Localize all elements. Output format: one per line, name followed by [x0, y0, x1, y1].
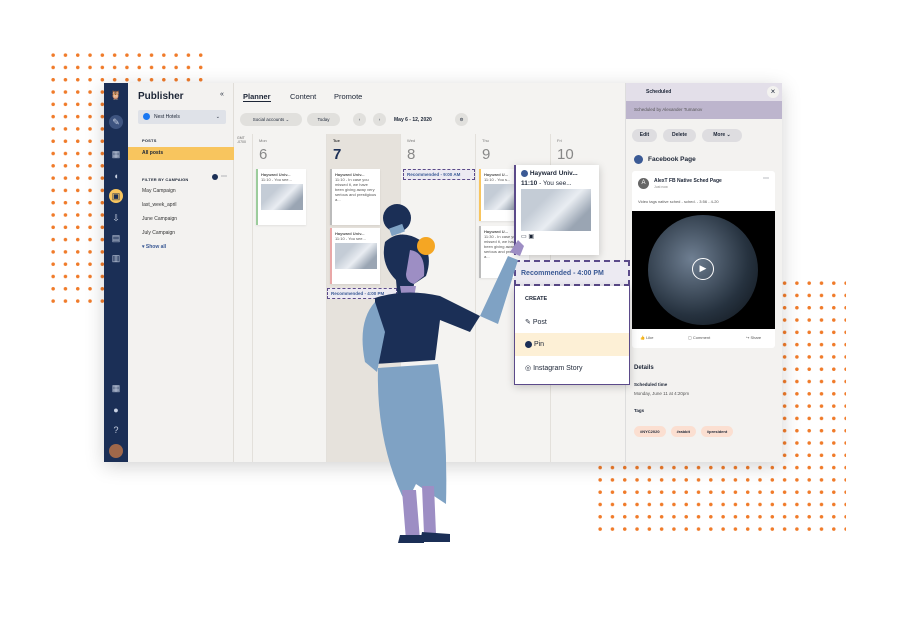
details-heading: Details [634, 365, 654, 371]
avatar: A [638, 178, 649, 189]
scheduled-time-label: Scheduled time [634, 382, 668, 387]
more-icon[interactable]: ⋯ [221, 173, 227, 180]
prev-button[interactable]: ‹ [353, 113, 366, 126]
facebook-page-icon [634, 155, 643, 164]
tag[interactable]: #president [700, 426, 734, 437]
tag[interactable]: #rabbit [670, 426, 696, 437]
post-caption: Video tags native sched - sched. - 3:56 … [638, 199, 719, 204]
help-icon[interactable]: ? [109, 423, 123, 437]
woman-illustration [362, 204, 524, 543]
edit-button[interactable]: Edit [632, 129, 657, 142]
calendar-icon[interactable]: ▣ [109, 189, 123, 203]
tab-content[interactable]: Content [290, 92, 316, 101]
day-number: 8 [407, 146, 416, 163]
facebook-icon [521, 170, 528, 177]
avatar[interactable] [109, 444, 123, 458]
campaign-item[interactable]: last_week_april [142, 202, 176, 208]
share-label: Share [750, 335, 762, 340]
campaign-item[interactable]: July Campaign [142, 230, 175, 236]
post-image [261, 184, 303, 210]
panel-header: Scheduled [626, 83, 782, 101]
video-player[interactable]: ▶ [632, 211, 775, 329]
nav-rail: 🦉 ✎ ▦ ◖ ▣ ⇩ ▤ ▥ ▦ ● ? [104, 83, 128, 462]
inbox-icon[interactable]: ⇩ [109, 211, 123, 225]
comment-button[interactable]: ▢ Comment [688, 335, 710, 340]
scheduled-by: Scheduled by Alexander Tumanov [626, 101, 782, 119]
owl-logo-icon: 🦉 [110, 90, 122, 100]
tab-planner[interactable]: Planner [243, 92, 271, 102]
campaign-item[interactable]: May Campaign [142, 188, 176, 194]
facebook-icon [143, 113, 150, 120]
compose-icon[interactable]: ✎ [109, 115, 123, 129]
post-preview: A AlexT FB Native Sched Page Just now ⋯ … [632, 171, 775, 348]
day-name: Wed [407, 138, 416, 143]
analytics-icon[interactable]: ▥ [109, 251, 123, 265]
day-name: Tue [333, 138, 340, 143]
tags-list: #NYC2020 #rabbit #president [634, 420, 738, 438]
post-time: Just now [654, 185, 668, 189]
day-number: 7 [333, 146, 342, 163]
tab-promote[interactable]: Promote [334, 92, 362, 101]
day-name: Thu [482, 138, 489, 143]
more-icon[interactable]: ⋯ [763, 175, 769, 182]
card-time: 11:10 [521, 180, 538, 188]
day-name: Mon [259, 138, 267, 143]
like-button[interactable]: 👍 Like [640, 335, 653, 340]
settings-icon[interactable]: ⚙ [455, 113, 468, 126]
post-card[interactable]: Hayward Univ... 11:10 - You see... [256, 169, 306, 225]
more-button[interactable]: More ⌄ [702, 129, 742, 142]
menu-label: Instagram Story [533, 365, 583, 372]
comment-label: Comment [692, 335, 711, 340]
sidebar-item-all-posts[interactable]: All posts [128, 147, 234, 160]
account-name: Nest Hotels [154, 114, 180, 120]
today-button[interactable]: Today [307, 113, 340, 126]
more-label: More [713, 132, 726, 138]
filter-label: FILTER BY CAMPAIGN [142, 177, 189, 182]
day-name: Fri [557, 138, 562, 143]
close-icon[interactable]: × [767, 86, 779, 98]
share-button[interactable]: ↪ Share [746, 335, 761, 340]
account-select[interactable]: Nest Hotels ⌄ [138, 110, 226, 124]
status-label: Scheduled [646, 89, 672, 95]
social-accounts-label: Social accounts [252, 117, 285, 122]
tags-label: Tags [634, 408, 645, 413]
post-preview-panel: Scheduled × Scheduled by Alexander Tuman… [625, 83, 782, 462]
card-text: 11:10 - You see... [261, 177, 292, 182]
page-title: Publisher [138, 91, 184, 102]
show-all-label: Show all [145, 244, 167, 250]
apps-icon[interactable]: ▦ [109, 381, 123, 395]
like-label: Like [646, 335, 654, 340]
scheduled-time-value: Monday, June 11 at 4:20pm [634, 391, 690, 396]
bell-icon[interactable]: ● [109, 403, 123, 417]
card-title: Hayward Univ... [529, 170, 578, 178]
tag[interactable]: #NYC2020 [634, 426, 666, 437]
chevron-down-icon: ⌄ [215, 114, 220, 120]
day-number: 6 [259, 146, 268, 163]
clipboard-icon[interactable]: ▤ [109, 231, 123, 245]
day-number: 9 [482, 146, 491, 163]
day-number: 10 [557, 146, 574, 163]
sidebar: Publisher « Nest Hotels ⌄ POSTS All posts… [128, 83, 234, 462]
campaign-item[interactable]: June Campaign [142, 216, 177, 222]
dashboard-icon[interactable]: ▦ [109, 147, 123, 161]
add-campaign-icon[interactable] [212, 174, 218, 180]
play-icon[interactable]: ▶ [692, 258, 714, 280]
delete-button[interactable]: Delete [663, 129, 696, 142]
recommended-slot[interactable]: Recommended - 9:00 AM [403, 169, 475, 180]
network-label: Facebook Page [648, 156, 696, 163]
date-range: May 6 - 12, 2020 [394, 117, 432, 123]
next-button[interactable]: › [373, 113, 386, 126]
day-column: Mon 6 Hayward Univ... 11:10 - You see... [252, 134, 326, 462]
streams-icon[interactable]: ◖ [109, 169, 123, 183]
social-accounts-button[interactable]: Social accounts ⌄ [240, 113, 302, 126]
page-name: AlexT FB Native Sched Page [654, 178, 722, 184]
show-all-link[interactable]: ▾ Show all [142, 244, 166, 250]
posts-label: POSTS [142, 138, 157, 143]
timezone-label: GMT -0700 [237, 136, 246, 144]
card-text: - You see... [537, 180, 572, 188]
collapse-icon[interactable]: « [220, 91, 224, 98]
